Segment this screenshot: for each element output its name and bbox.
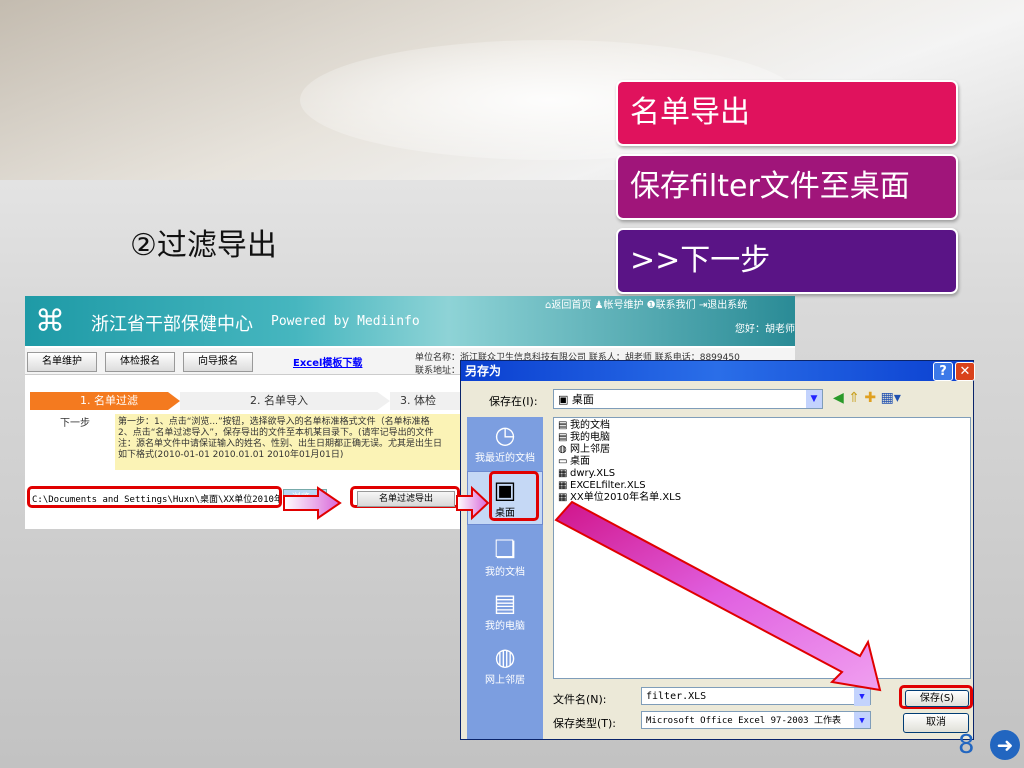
place-label: 我的文档 — [485, 567, 525, 578]
save-in-label: 保存在(I): — [489, 395, 538, 408]
list-item[interactable]: ▤ 我的电脑 — [558, 432, 966, 444]
file-list: ▤ 我的文档 ▤ 我的电脑 ◍ 网上邻居 ▭ 桌面 ▦ dwry.XLS ▦ EXCELfi… — [553, 417, 971, 679]
up-folder-icon[interactable]: ⇑ — [848, 390, 860, 406]
desktop-highlight — [489, 471, 539, 521]
logo-knot-icon: ⌘ — [35, 304, 65, 339]
close-button[interactable]: ✕ — [955, 362, 975, 381]
dialog-title: 另存为 — [461, 361, 973, 381]
chevron-down-icon[interactable]: ▼ — [854, 712, 870, 728]
wizard-steps-bar: 1. 名单过滤 2. 名单导入 3. 体检 — [30, 392, 470, 410]
place-recent[interactable]: ◷ 我最近的文档 — [467, 417, 543, 471]
top-links[interactable]: ⌂返回首页 ♟帐号维护 ❶联系我们 ⇥退出系统 — [545, 296, 747, 311]
folder-icon: ▤ — [558, 420, 568, 431]
filetype-select[interactable]: Microsoft Office Excel 97-2003 工作表 ▼ — [641, 711, 871, 729]
page-number: 8 — [958, 730, 975, 760]
step-save-filter: 保存filter文件至桌面 — [616, 154, 958, 220]
powered-by: Powered by Mediinfo — [271, 314, 420, 329]
chevron-down-icon[interactable]: ▼ — [854, 688, 870, 706]
places-bar: ◷ 我最近的文档 ▣ 桌面 ❏ 我的文档 ▤ 我的电脑 ◍ 网上邻居 — [467, 417, 543, 739]
greeting: 您好：胡老师 — [735, 324, 795, 335]
save-in-select[interactable]: ▣ 桌面 ▼ — [553, 389, 823, 409]
chevron-down-icon[interactable]: ▼ — [806, 390, 822, 408]
excel-file-icon: ▦ — [558, 492, 568, 503]
list-item[interactable]: ▦ dwry.XLS — [558, 468, 966, 480]
slide-subtitle: ②过滤导出 — [130, 228, 277, 263]
filetype-value: Microsoft Office Excel 97-2003 工作表 — [646, 716, 841, 726]
file-name: XX单位2010年名单.XLS — [570, 492, 682, 503]
network-icon: ◍ — [494, 643, 516, 671]
desktop-small-icon: ▣ — [558, 393, 572, 406]
my-documents-icon: ❏ — [494, 535, 516, 563]
arrow-right-circle-icon[interactable]: ➜ — [990, 730, 1020, 760]
computer-icon: ▤ — [558, 432, 568, 443]
instructions-box: 第一步：1、点击“浏览...”按钮，选择欲导入的名单标准格式文件（名单标准格 2… — [115, 414, 460, 470]
list-item[interactable]: ▭ 桌面 — [558, 456, 966, 468]
excel-template-link[interactable]: Excel模板下载 — [293, 354, 362, 369]
step-export-list: 名单导出 — [616, 80, 958, 146]
file-name: 桌面 — [570, 456, 590, 467]
tab-wizard-registration[interactable]: 向导报名 — [183, 352, 253, 372]
instruction-line: 注：源名单文件中请保证输入的姓名、性别、出生日期都正确无误。尤其是出生日 — [118, 439, 443, 449]
my-computer-icon: ▤ — [493, 589, 517, 617]
instruction-line: 如下格式(2010-01-01 2010.01.01 2010年01月01日) — [118, 450, 344, 460]
filter-export-highlight: 名单过滤导出 — [350, 486, 460, 508]
recent-docs-icon: ◷ — [494, 421, 516, 449]
new-folder-icon[interactable]: ✚ — [864, 390, 876, 406]
view-menu-icon[interactable]: ▦▾ — [881, 390, 901, 406]
place-my-documents[interactable]: ❏ 我的文档 — [467, 531, 543, 585]
filename-value: filter.XLS — [646, 691, 707, 702]
step-next: >>下一步 — [616, 228, 958, 294]
tab-exam-registration[interactable]: 体检报名 — [105, 352, 175, 372]
file-name: EXCELfilter.XLS — [570, 480, 646, 491]
list-item[interactable]: ▤ 我的文档 — [558, 420, 966, 432]
file-path-input[interactable]: C:\Documents and Settings\Huxn\桌面\XX单位20… — [27, 486, 282, 508]
save-highlight: 保存(S) — [899, 685, 973, 709]
next-step-label: 下一步 — [60, 418, 90, 429]
file-name: 我的文档 — [570, 420, 610, 431]
excel-file-icon: ▦ — [558, 468, 568, 479]
place-network[interactable]: ◍ 网上邻居 — [467, 639, 543, 693]
excel-file-icon: ▦ — [558, 480, 568, 491]
filename-label: 文件名(N): — [553, 693, 607, 706]
file-name: dwry.XLS — [570, 468, 616, 479]
browse-button[interactable]: 浏览... — [283, 489, 327, 507]
network-icon: ◍ — [558, 444, 567, 455]
tab-list-maintenance[interactable]: 名单维护 — [27, 352, 97, 372]
wizard-step-import: 2. 名单导入 — [180, 392, 390, 410]
list-item[interactable]: ◍ 网上邻居 — [558, 444, 966, 456]
file-name: 网上邻居 — [570, 444, 610, 455]
wizard-step-exam: 3. 体检 — [390, 392, 470, 410]
filter-export-button[interactable]: 名单过滤导出 — [357, 491, 455, 507]
wizard-step-filter: 1. 名单过滤 — [30, 392, 180, 410]
place-label: 我的电脑 — [485, 621, 525, 632]
list-item[interactable]: ▦ EXCELfilter.XLS — [558, 480, 966, 492]
place-label: 网上邻居 — [485, 675, 525, 686]
file-name: 我的电脑 — [570, 432, 610, 443]
folder-icon: ▭ — [558, 456, 568, 467]
filetype-label: 保存类型(T): — [553, 717, 617, 730]
place-my-computer[interactable]: ▤ 我的电脑 — [467, 585, 543, 639]
help-button[interactable]: ? — [933, 362, 953, 381]
dialog-toolbar: ◀ ⇑ ✚ ▦▾ — [833, 390, 901, 406]
save-button[interactable]: 保存(S) — [905, 690, 969, 707]
place-label: 我最近的文档 — [475, 453, 535, 464]
save-as-dialog: 另存为 ? ✕ 保存在(I): ▣ 桌面 ▼ ◀ ⇑ ✚ ▦▾ ◷ 我最近的文档… — [460, 360, 975, 740]
instruction-line: 第一步：1、点击“浏览...”按钮，选择欲导入的名单标准格式文件（名单标准格 — [118, 417, 430, 427]
back-icon[interactable]: ◀ — [833, 390, 844, 406]
list-item[interactable]: ▦ XX单位2010年名单.XLS — [558, 492, 966, 504]
save-in-value: 桌面 — [571, 393, 594, 406]
filename-input[interactable]: filter.XLS ▼ — [641, 687, 871, 706]
instruction-line: 2、点击“名单过滤导入”，保存导出的文件至本机某目录下。(请牢记导出的文件 — [118, 428, 434, 438]
web-header: ⌘ 浙江省干部保健中心 Powered by Mediinfo ⌂返回首页 ♟帐… — [25, 296, 795, 346]
logo-text: 浙江省干部保健中心 — [91, 314, 253, 335]
